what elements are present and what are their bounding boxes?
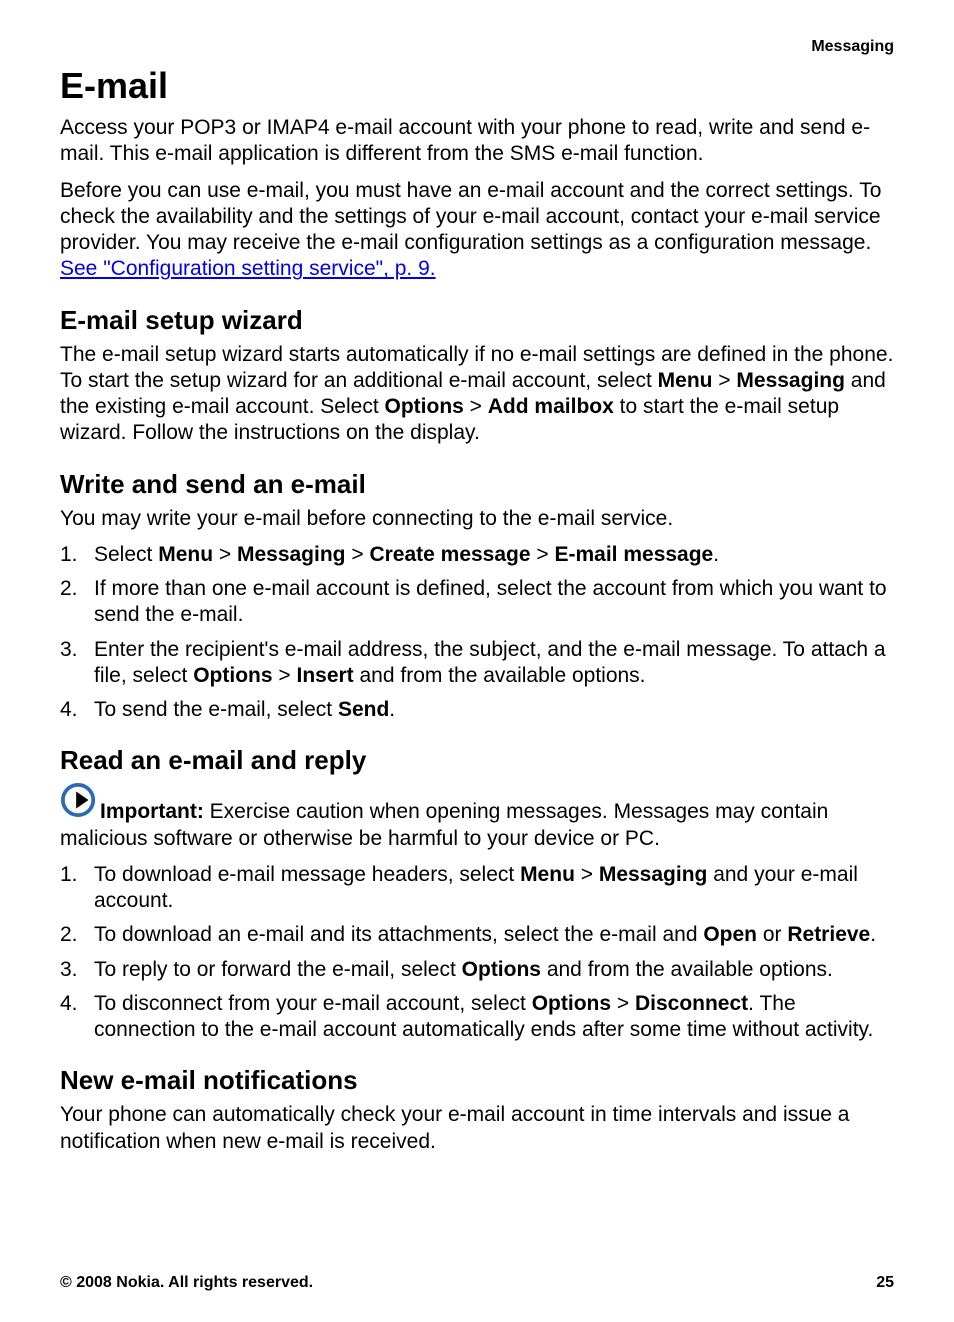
write-heading: Write and send an e-mail — [60, 469, 894, 500]
write-intro: You may write your e-mail before connect… — [60, 506, 894, 532]
intro-paragraph-2: Before you can use e-mail, you must have… — [60, 178, 894, 283]
read-steps: 1. To download e-mail message headers, s… — [60, 862, 894, 1044]
menu-label: Menu — [658, 369, 713, 392]
intro-text: Before you can use e-mail, you must have… — [60, 179, 881, 255]
important-icon — [60, 782, 98, 825]
read-heading: Read an e-mail and reply — [60, 745, 894, 776]
write-steps: 1. Select Menu > Messaging > Create mess… — [60, 542, 894, 724]
list-item: 2. To download an e-mail and its attachm… — [60, 922, 894, 948]
list-item: 4. To send the e-mail, select Send. — [60, 697, 894, 723]
list-item: 3. To reply to or forward the e-mail, se… — [60, 957, 894, 983]
list-item: 1. Select Menu > Messaging > Create mess… — [60, 542, 894, 568]
page-number: 25 — [876, 1274, 894, 1292]
setup-heading: E-mail setup wizard — [60, 305, 894, 336]
options-label: Options — [385, 395, 464, 418]
notifications-text: Your phone can automatically check your … — [60, 1102, 894, 1155]
setup-paragraph: The e-mail setup wizard starts automatic… — [60, 342, 894, 447]
notifications-heading: New e-mail notifications — [60, 1065, 894, 1096]
config-link[interactable]: See "Configuration setting service", p. … — [60, 257, 436, 280]
page-footer: © 2008 Nokia. All rights reserved. 25 — [60, 1274, 894, 1292]
add-mailbox-label: Add mailbox — [488, 395, 614, 418]
page-title: E-mail — [60, 65, 894, 107]
important-label: Important: — [100, 800, 204, 823]
list-item: 3. Enter the recipient's e-mail address,… — [60, 637, 894, 690]
intro-paragraph-1: Access your POP3 or IMAP4 e-mail account… — [60, 115, 894, 168]
important-note: Important: Exercise caution when opening… — [60, 782, 894, 852]
section-header: Messaging — [811, 38, 894, 56]
list-item: 1. To download e-mail message headers, s… — [60, 862, 894, 915]
list-item: 2. If more than one e-mail account is de… — [60, 576, 894, 629]
copyright-text: © 2008 Nokia. All rights reserved. — [60, 1274, 313, 1292]
messaging-label: Messaging — [736, 369, 845, 392]
list-item: 4. To disconnect from your e-mail accoun… — [60, 991, 894, 1044]
